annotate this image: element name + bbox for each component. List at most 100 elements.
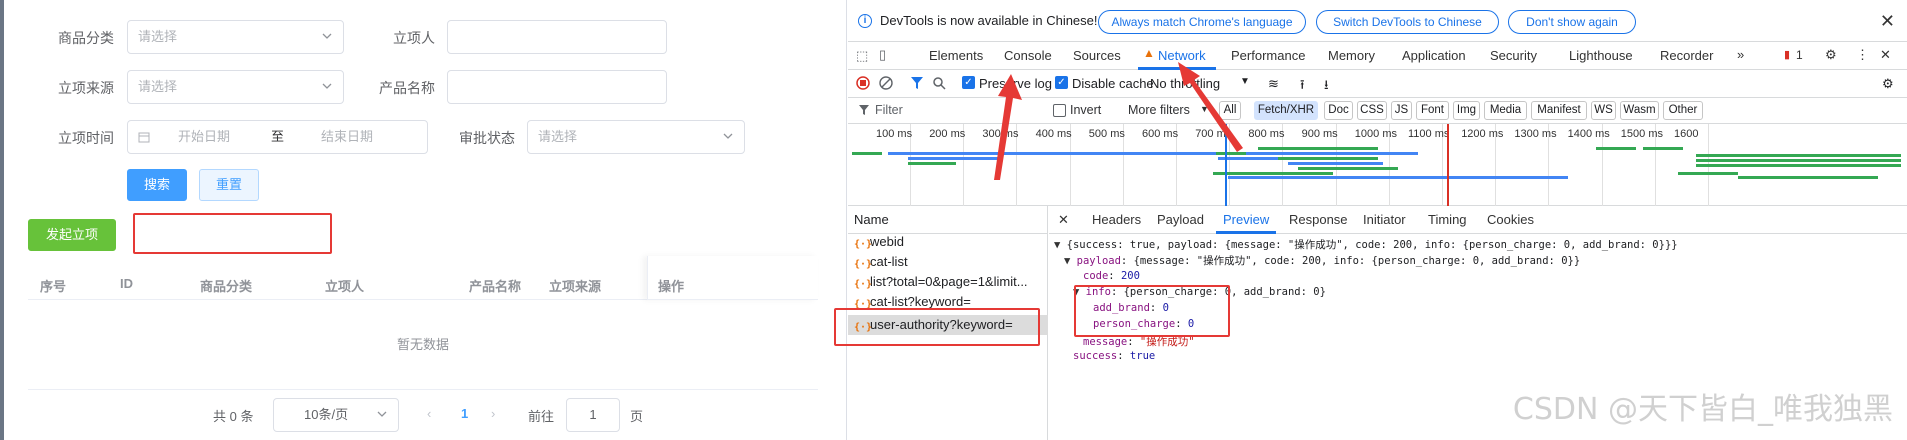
chevron-down-icon (322, 83, 332, 89)
request-row[interactable]: {·} webid (848, 232, 1048, 252)
tab-elements[interactable]: Elements (929, 48, 983, 63)
current-page[interactable]: 1 (461, 406, 468, 421)
network-conditions-icon[interactable]: ≋ (1268, 76, 1279, 92)
type-filter-img[interactable]: Img (1453, 101, 1480, 120)
clear-icon[interactable] (879, 76, 893, 90)
tab-application[interactable]: Application (1402, 48, 1466, 63)
detail-tab-payload[interactable]: Payload (1157, 212, 1204, 227)
reset-button[interactable]: 重置 (199, 169, 259, 201)
approval-select[interactable]: 请选择 (527, 120, 745, 154)
json-payload[interactable]: ▼ payload: {message: "操作成功", code: 200, … (1064, 253, 1580, 268)
waterfall-bar (1696, 159, 1901, 162)
type-filter-css[interactable]: CSS (1357, 101, 1387, 120)
col-index: 序号 (40, 279, 67, 294)
more-tabs-icon[interactable]: » (1737, 47, 1744, 62)
type-filter-font[interactable]: Font (1416, 101, 1449, 120)
search-icon[interactable] (932, 76, 946, 90)
type-filter-all[interactable]: All (1219, 101, 1241, 120)
initiator-input[interactable] (447, 20, 667, 54)
type-filter-other[interactable]: Other (1663, 101, 1703, 120)
import-har-icon[interactable]: ⭱ (1300, 76, 1305, 98)
filter-funnel-icon[interactable] (910, 76, 924, 90)
type-filter-ws[interactable]: WS (1591, 101, 1616, 120)
timeline-tick-label: 1500 ms (1620, 128, 1663, 140)
chevron-down-icon (377, 411, 387, 417)
tab-sources[interactable]: Sources (1073, 48, 1121, 63)
create-project-button[interactable]: 发起立项 (28, 219, 116, 251)
source-label: 立项来源 (58, 80, 114, 96)
dont-show-again-button[interactable]: Don't show again (1508, 10, 1636, 34)
json-value: {message: "操作成功", code: 200, info: {pers… (1133, 255, 1581, 267)
filter-input[interactable]: Filter (875, 103, 903, 117)
tab-performance[interactable]: Performance (1231, 48, 1305, 63)
page-size-select[interactable]: 10条/页 (273, 398, 399, 432)
waterfall-bar (1596, 147, 1636, 150)
prev-page-icon[interactable]: ‹ (427, 406, 431, 421)
search-button[interactable]: 搜索 (127, 169, 187, 201)
match-language-button[interactable]: Always match Chrome's language (1098, 10, 1306, 34)
tab-security[interactable]: Security (1490, 48, 1537, 63)
product-input[interactable] (447, 70, 667, 104)
issues-icon[interactable]: ▮ (1784, 48, 1790, 61)
tab-lighthouse[interactable]: Lighthouse (1569, 48, 1633, 63)
close-devtools-icon[interactable]: ✕ (1880, 47, 1891, 63)
type-filter-doc[interactable]: Doc (1324, 101, 1353, 120)
tab-network[interactable]: Network (1158, 48, 1206, 63)
goto-page-input[interactable]: 1 (566, 398, 620, 432)
network-settings-icon[interactable]: ⚙ (1882, 76, 1894, 92)
disable-cache-checkbox[interactable]: ✓ (1055, 76, 1068, 89)
detail-tab-cookies[interactable]: Cookies (1487, 212, 1534, 227)
timeline-tick-label: 1400 ms (1567, 128, 1610, 140)
tab-console[interactable]: Console (1004, 48, 1052, 63)
json-root[interactable]: ▼ {success: true, payload: {message: "操作… (1054, 237, 1678, 252)
switch-chinese-button[interactable]: Switch DevTools to Chinese (1316, 10, 1499, 34)
goto-label: 前往 (528, 409, 555, 424)
close-icon[interactable]: ✕ (1880, 11, 1895, 32)
type-filter-media[interactable]: Media (1484, 101, 1527, 120)
pagination-total: 共 0 条 (213, 409, 254, 424)
timeline-tick-label: 900 ms (1301, 128, 1338, 140)
request-name: cat-list?keyword= (870, 294, 971, 309)
json-value: true (1129, 350, 1156, 362)
tab-memory[interactable]: Memory (1328, 48, 1375, 63)
more-filters-dropdown[interactable]: More filters (1128, 103, 1190, 117)
request-row[interactable]: {·} list?total=0&page=1&limit... (848, 272, 1048, 292)
next-page-icon[interactable]: › (491, 406, 495, 421)
device-toolbar-icon[interactable]: ▯ (879, 47, 886, 63)
xhr-icon: {·} (854, 279, 873, 290)
infobar-text: DevTools is now available in Chinese! (880, 13, 1098, 28)
source-select[interactable]: 请选择 (127, 70, 344, 104)
detail-tab-timing[interactable]: Timing (1428, 212, 1467, 227)
watermark-text: CSDN @天下皆白_唯我独黑 (1512, 392, 1893, 427)
type-filter-js[interactable]: JS (1391, 101, 1412, 120)
category-select[interactable]: 请选择 (127, 20, 344, 54)
json-key: success (1073, 350, 1118, 362)
detail-tab-preview[interactable]: Preview (1223, 212, 1269, 227)
kebab-menu-icon[interactable]: ⋮ (1856, 47, 1869, 63)
record-stop-icon[interactable] (856, 76, 870, 90)
tab-recorder[interactable]: Recorder (1660, 48, 1713, 63)
invert-checkbox[interactable] (1053, 104, 1066, 117)
dom-content-loaded-line (1225, 124, 1227, 206)
close-detail-icon[interactable]: ✕ (1058, 212, 1069, 228)
throttling-select[interactable]: No throttling (1150, 76, 1220, 91)
export-har-icon[interactable]: ⭳ (1324, 76, 1329, 98)
detail-tab-headers[interactable]: Headers (1092, 212, 1141, 227)
preserve-log-checkbox[interactable]: ✓ (962, 76, 975, 89)
detail-tab-response[interactable]: Response (1289, 212, 1348, 227)
type-filter-wasm[interactable]: Wasm (1620, 101, 1659, 120)
preserve-log-label: Preserve log (979, 76, 1052, 91)
json-key: message (1083, 336, 1128, 348)
type-filter-manifest[interactable]: Manifest (1531, 101, 1587, 120)
inspect-element-icon[interactable]: ⬚ (856, 48, 868, 64)
type-filter-fetch-xhr[interactable]: Fetch/XHR (1254, 101, 1318, 120)
json-value: "操作成功" (1139, 336, 1195, 348)
xhr-icon: {·} (854, 259, 873, 270)
end-date-placeholder: 结束日期 (321, 129, 374, 144)
start-date-placeholder: 开始日期 (178, 129, 231, 144)
detail-tab-initiator[interactable]: Initiator (1363, 212, 1406, 227)
waterfall-bar (1696, 164, 1901, 167)
settings-gear-icon[interactable]: ⚙ (1825, 47, 1837, 63)
date-range-picker[interactable]: 开始日期 至 结束日期 (127, 120, 428, 154)
request-row[interactable]: {·} cat-list (848, 252, 1048, 272)
